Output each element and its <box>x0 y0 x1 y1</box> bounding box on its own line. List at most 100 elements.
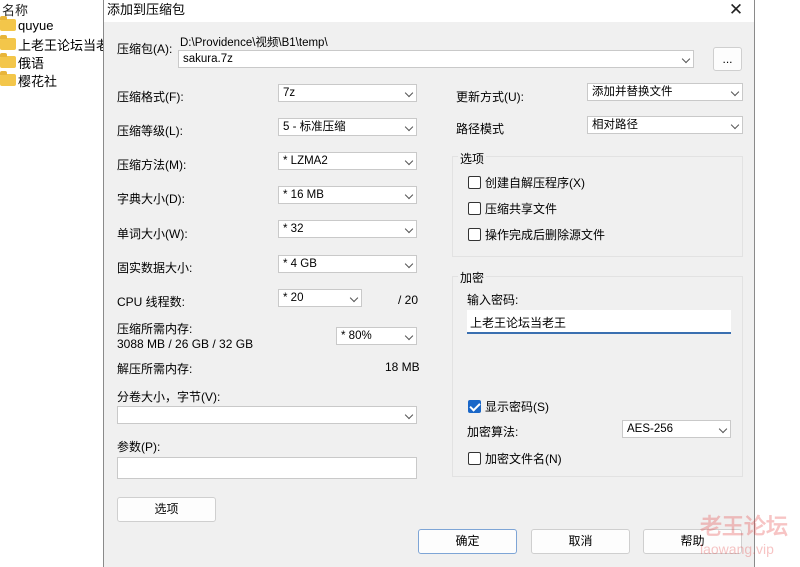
chevron-down-icon <box>349 293 359 303</box>
sfx-checkbox-label: 创建自解压程序(X) <box>485 176 585 190</box>
folder-icon <box>0 53 16 68</box>
path-mode-select[interactable]: 相对路径 <box>587 116 743 134</box>
list-item-label: 上老王论坛当老 <box>18 37 110 53</box>
solid-select[interactable]: * 4 GB <box>278 255 417 273</box>
title-bar: 添加到压缩包 ✕ <box>104 0 754 22</box>
chevron-down-icon <box>404 122 414 132</box>
folder-icon <box>0 35 16 50</box>
checkbox-icon <box>468 228 481 241</box>
options-group-title: 选项 <box>458 150 487 167</box>
chevron-down-icon <box>718 424 728 434</box>
list-item-label: quyue <box>18 17 54 33</box>
browse-button[interactable]: ... <box>713 47 742 71</box>
volume-label: 分卷大小，字节(V): <box>117 390 221 404</box>
solid-value: * 4 GB <box>283 258 317 270</box>
explorer-pane: 名称 quyue 上老王论坛当老 俄语 樱花社 <box>0 0 110 567</box>
path-mode-value: 相对路径 <box>592 119 638 131</box>
list-item[interactable]: 上老王论坛当老 <box>0 34 109 54</box>
list-item-label: 樱花社 <box>18 73 58 89</box>
options-button[interactable]: 选项 <box>117 497 216 522</box>
sfx-checkbox[interactable]: 创建自解压程序(X) <box>468 174 585 191</box>
chevron-down-icon <box>404 156 414 166</box>
chevron-down-icon <box>404 259 414 269</box>
level-select[interactable]: 5 - 标准压缩 <box>278 118 417 136</box>
mem-comp-value: 3088 MB / 26 GB / 32 GB <box>117 337 254 351</box>
chevron-down-icon <box>404 331 414 341</box>
encrypt-names-label: 加密文件名(N) <box>485 452 562 466</box>
list-item[interactable]: 樱花社 <box>0 70 57 90</box>
watermark-text: 老王论坛 <box>700 514 789 539</box>
solid-label: 固实数据大小: <box>117 261 193 275</box>
archive-name-combo[interactable]: sakura.7z <box>178 50 694 68</box>
method-value: * LZMA2 <box>283 155 328 167</box>
level-label: 压缩等级(L): <box>117 124 184 138</box>
chevron-down-icon <box>404 410 414 420</box>
mem-comp-label: 压缩所需内存: <box>117 322 193 336</box>
encrypt-method-select[interactable]: AES-256 <box>622 420 731 438</box>
folder-icon <box>0 16 16 31</box>
params-label: 参数(P): <box>117 440 161 454</box>
format-select[interactable]: 7z <box>278 84 417 102</box>
threads-select[interactable]: * 20 <box>278 289 362 307</box>
checkbox-icon <box>468 452 481 465</box>
shared-checkbox-label: 压缩共享文件 <box>485 202 558 216</box>
update-value: 添加并替换文件 <box>592 86 673 98</box>
method-label: 压缩方法(M): <box>117 158 187 172</box>
close-icon[interactable]: ✕ <box>726 0 746 20</box>
chevron-down-icon <box>730 120 740 130</box>
watermark-url: laowang.vip <box>700 541 774 557</box>
list-item-label: 俄语 <box>18 55 45 71</box>
folder-icon <box>0 71 16 86</box>
ok-button[interactable]: 确定 <box>418 529 517 554</box>
list-item[interactable]: 俄语 <box>0 52 44 72</box>
dict-label: 字典大小(D): <box>117 192 185 206</box>
encrypt-method-label: 加密算法: <box>467 425 519 439</box>
update-select[interactable]: 添加并替换文件 <box>587 83 743 101</box>
format-value: 7z <box>283 87 296 99</box>
dict-select[interactable]: * 16 MB <box>278 186 417 204</box>
archive-label: 压缩包(A): <box>117 42 173 56</box>
show-password-label: 显示密码(S) <box>485 400 549 414</box>
show-password-checkbox[interactable]: 显示密码(S) <box>468 398 549 415</box>
params-input[interactable] <box>117 457 417 479</box>
mem-decomp-value: 18 MB <box>385 360 420 374</box>
threads-value: * 20 <box>283 292 304 304</box>
word-label: 单词大小(W): <box>117 227 188 241</box>
word-value: * 32 <box>283 223 304 235</box>
word-select[interactable]: * 32 <box>278 220 417 238</box>
delete-source-checkbox-label: 操作完成后删除源文件 <box>485 228 606 242</box>
chevron-down-icon[interactable] <box>681 54 691 64</box>
list-item[interactable]: quyue <box>0 15 53 35</box>
encryption-group-title: 加密 <box>458 269 487 286</box>
threads-label: CPU 线程数: <box>117 295 186 309</box>
password-input[interactable]: 上老王论坛当老王 <box>467 310 731 334</box>
encrypt-names-checkbox[interactable]: 加密文件名(N) <box>468 450 562 467</box>
cancel-button[interactable]: 取消 <box>531 529 630 554</box>
mem-decomp-label: 解压所需内存: <box>117 362 193 376</box>
password-label: 输入密码: <box>467 293 519 307</box>
delete-source-checkbox[interactable]: 操作完成后删除源文件 <box>468 226 605 243</box>
dialog-title: 添加到压缩包 <box>107 2 186 17</box>
chevron-down-icon <box>404 190 414 200</box>
volume-combo[interactable] <box>117 406 417 424</box>
path-mode-label: 路径模式 <box>456 122 505 136</box>
format-label: 压缩格式(F): <box>117 90 184 104</box>
chevron-down-icon <box>404 88 414 98</box>
mem-percent-value: * 80% <box>341 330 372 342</box>
encrypt-method-value: AES-256 <box>627 423 674 435</box>
archive-path: D:\Providence\视频\B1\temp\ <box>180 37 328 49</box>
archive-name-value: sakura.7z <box>183 53 233 65</box>
add-to-archive-dialog: 添加到压缩包 ✕ 压缩包(A): D:\Providence\视频\B1\tem… <box>103 0 755 567</box>
checkbox-icon <box>468 176 481 189</box>
chevron-down-icon <box>730 87 740 97</box>
checkbox-icon <box>468 202 481 215</box>
checkbox-checked-icon <box>468 400 481 413</box>
dict-value: * 16 MB <box>283 189 324 201</box>
method-select[interactable]: * LZMA2 <box>278 152 417 170</box>
shared-checkbox[interactable]: 压缩共享文件 <box>468 200 557 217</box>
level-value: 5 - 标准压缩 <box>283 121 346 133</box>
update-label: 更新方式(U): <box>456 90 524 104</box>
threads-total: / 20 <box>398 293 419 307</box>
mem-percent-select[interactable]: * 80% <box>336 327 417 345</box>
chevron-down-icon <box>404 224 414 234</box>
